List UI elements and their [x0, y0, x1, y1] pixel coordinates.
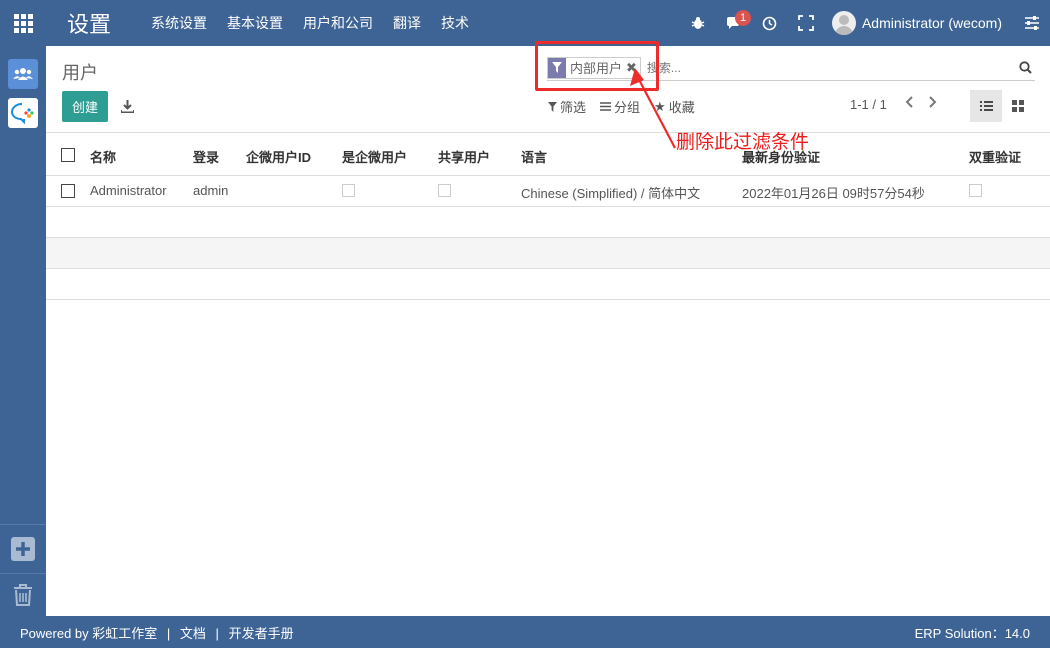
main-content: 用户 内部用户 ✖ 创建 筛选 分组 ★ 收藏 1-1 / 1 [46, 46, 1050, 616]
activity-clock-icon[interactable] [752, 0, 788, 46]
menu-item-technical[interactable]: 技术 [431, 13, 479, 33]
empty-row [46, 269, 1050, 300]
add-app-icon[interactable] [0, 525, 46, 573]
chevron-left-icon[interactable] [904, 96, 914, 111]
cell-two-factor-checkbox [969, 184, 982, 200]
table-row[interactable]: Administrator admin Chinese (Simplified)… [46, 176, 1050, 207]
users-app-icon[interactable] [8, 59, 38, 89]
footer-separator: | [166, 625, 171, 641]
pager-value[interactable]: 1-1 / 1 [850, 97, 887, 112]
filter-icon [548, 101, 557, 112]
download-icon[interactable] [118, 97, 136, 115]
app-title: 设置 [67, 12, 112, 37]
users-table: 名称 登录 企微用户ID 是企微用户 共享用户 语言 最新身份验证 双重验证 A… [46, 132, 1050, 300]
trash-icon[interactable] [0, 574, 46, 616]
cell-last-auth: 2022年01月26日 09时57分54秒 [742, 186, 925, 201]
systray: 1 Administrator (wecom) [680, 0, 1050, 46]
footer-powered-by[interactable]: Powered by 彩虹工作室 [20, 626, 157, 641]
select-all-checkbox[interactable] [61, 148, 75, 165]
footer-dev-manual-link[interactable]: 开发者手册 [229, 626, 294, 641]
cell-login: admin [193, 183, 229, 198]
menu-item-basic-settings[interactable]: 基本设置 [217, 13, 293, 33]
column-header-wecom-id[interactable]: 企微用户ID [246, 147, 311, 166]
column-header-language[interactable]: 语言 [521, 147, 547, 166]
user-menu[interactable]: Administrator (wecom) [831, 11, 1002, 35]
menu-item-translations[interactable]: 翻译 [383, 13, 431, 33]
filter-dropdown[interactable]: 筛选 [548, 97, 586, 116]
search-icon[interactable] [1015, 61, 1035, 74]
column-header-two-factor[interactable]: 双重验证 [969, 147, 1021, 166]
cell-name: Administrator [90, 183, 167, 198]
footer-version: ERP Solution：14.0 [914, 625, 1030, 641]
list-bars-icon [600, 102, 612, 111]
column-header-share-user[interactable]: 共享用户 [438, 147, 490, 166]
breadcrumb: 用户 [62, 63, 98, 83]
apps-menu-icon[interactable] [0, 0, 46, 46]
filter-label: 筛选 [560, 100, 587, 115]
messages-icon[interactable]: 1 [716, 0, 752, 46]
empty-row [46, 238, 1050, 269]
fullscreen-icon[interactable] [788, 0, 824, 46]
annotation-arrow [630, 68, 676, 149]
chevron-right-icon[interactable] [928, 96, 938, 111]
avatar [831, 11, 856, 35]
left-sidebar [0, 46, 46, 616]
cell-share-user-checkbox [438, 184, 451, 200]
top-navbar: 设置 系统设置 基本设置 用户和公司 翻译 技术 1 Administrator… [0, 0, 1050, 46]
row-checkbox[interactable] [61, 184, 75, 201]
user-name: Administrator (wecom) [861, 15, 1002, 31]
bug-icon[interactable] [680, 0, 716, 46]
table-header: 名称 登录 企微用户ID 是企微用户 共享用户 语言 最新身份验证 双重验证 [46, 132, 1050, 176]
create-button[interactable]: 创建 [62, 91, 108, 122]
column-header-login[interactable]: 登录 [193, 147, 219, 166]
footer: Powered by 彩虹工作室 | 文档 | 开发者手册 ERP Soluti… [0, 616, 1050, 648]
kanban-view-icon[interactable] [1002, 90, 1034, 122]
sidebar-bottom [0, 524, 46, 616]
settings-sliders-icon[interactable] [1014, 0, 1050, 46]
menu-item-system-settings[interactable]: 系统设置 [141, 13, 217, 33]
message-count-badge: 1 [734, 10, 752, 26]
annotation-text: 删除此过滤条件 [676, 131, 810, 153]
footer-docs-link[interactable]: 文档 [180, 626, 206, 641]
empty-row [46, 207, 1050, 238]
main-menu: 系统设置 基本设置 用户和公司 翻译 技术 [141, 13, 479, 33]
footer-links: Powered by 彩虹工作室 | 文档 | 开发者手册 [20, 623, 300, 642]
menu-item-users-companies[interactable]: 用户和公司 [293, 13, 383, 33]
wecom-app-icon[interactable] [8, 98, 38, 128]
view-switcher [970, 90, 1034, 122]
pager-arrows [904, 96, 938, 111]
search-input[interactable] [646, 60, 1015, 75]
column-header-is-wecom-user[interactable]: 是企微用户 [342, 147, 407, 166]
cell-is-wecom-user-checkbox [342, 184, 355, 200]
cell-language: Chinese (Simplified) / 简体中文 [521, 186, 701, 201]
footer-separator: | [215, 625, 219, 641]
list-view-icon[interactable] [970, 90, 1002, 122]
column-header-name[interactable]: 名称 [90, 147, 116, 166]
